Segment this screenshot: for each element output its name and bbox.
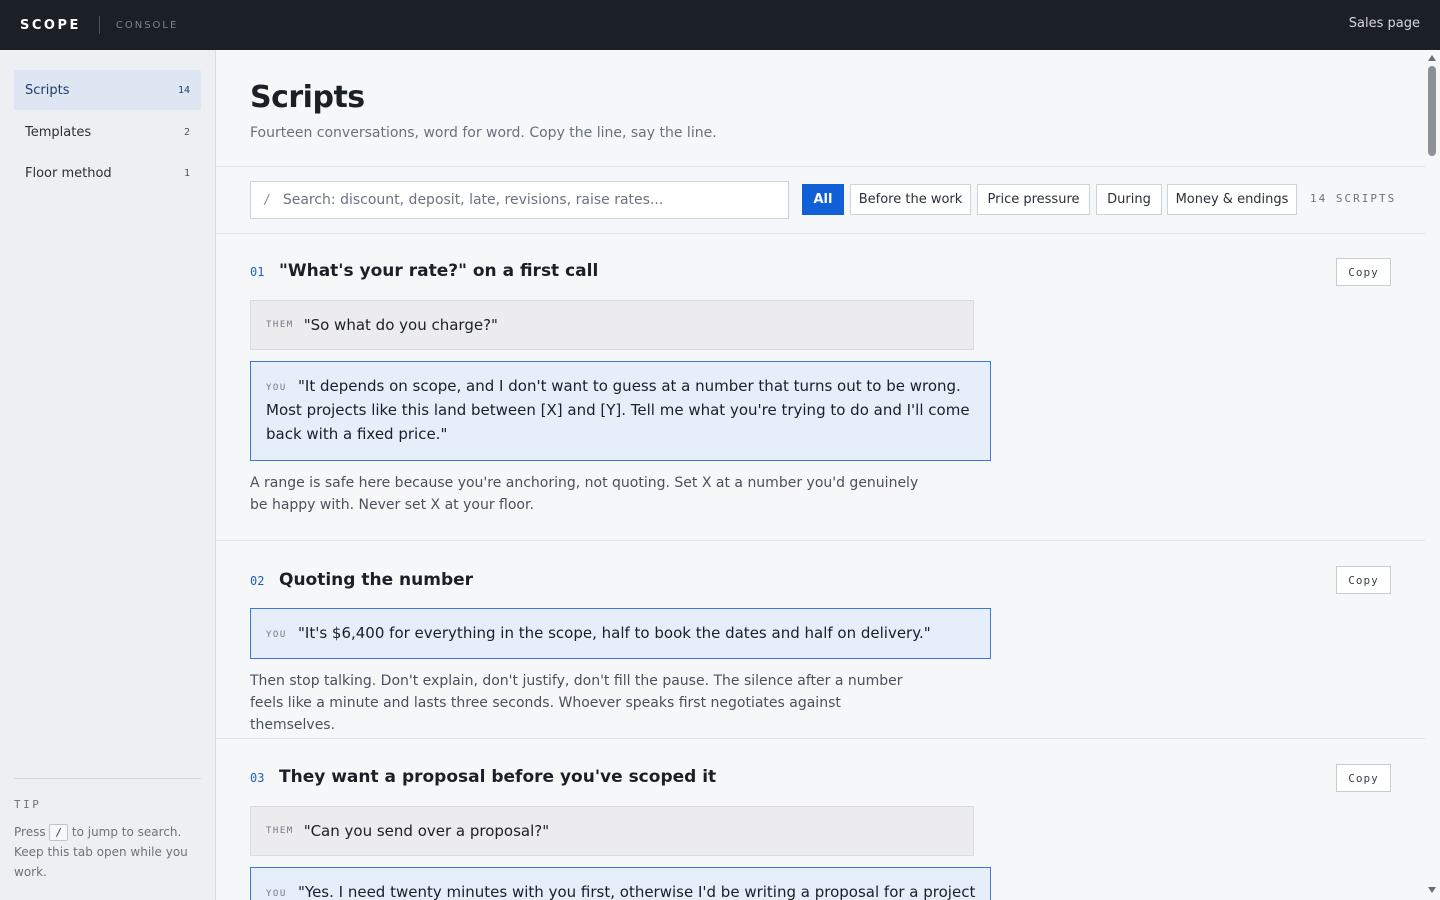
you-text: "It depends on scope, and I don't want t…: [266, 377, 970, 443]
divider: [216, 233, 1425, 234]
script-note: Then stop talking. Don't explain, don't …: [250, 673, 903, 733]
script-title: Quoting the number: [279, 570, 474, 590]
script-count: 14 SCRIPTS: [1310, 192, 1397, 205]
brand-divider: [98, 16, 100, 34]
sidebar-item-count: 14: [177, 84, 190, 96]
you-tag: YOU: [266, 383, 287, 393]
scroll-up-arrow-icon[interactable]: [1428, 55, 1436, 61]
script-note: A range is safe here because you're anch…: [250, 475, 919, 513]
sidebar: Scripts 14 Templates 2 Floor method 1 TI…: [0, 50, 216, 900]
copy-button[interactable]: Copy: [1336, 258, 1391, 286]
sidebar-item-floor-method[interactable]: Floor method 1: [14, 153, 201, 193]
divider: [216, 166, 1425, 167]
filter-money-endings[interactable]: Money & endings: [1167, 184, 1297, 215]
you-tag: YOU: [266, 889, 287, 899]
script-number: 01: [250, 265, 265, 279]
you-line[interactable]: YOU "It depends on scope, and I don't wa…: [250, 361, 991, 461]
sidebar-item-templates[interactable]: Templates 2: [14, 112, 201, 152]
them-line[interactable]: THEM "Can you send over a proposal?": [250, 806, 974, 856]
page-subtitle: Fourteen conversations, word for word. C…: [250, 125, 717, 141]
them-text: "Can you send over a proposal?": [303, 822, 550, 840]
page-title: Scripts: [250, 80, 365, 115]
filter-before-the-work[interactable]: Before the work: [850, 184, 971, 215]
tip-text: Press / to jump to search. Keep this tab…: [14, 822, 204, 882]
copy-button[interactable]: Copy: [1336, 764, 1391, 792]
divider: [216, 738, 1425, 739]
script-title: "What's your rate?" on a first call: [279, 261, 599, 281]
search-input[interactable]: [282, 192, 788, 208]
brand-logo[interactable]: SCOPE: [20, 18, 81, 33]
script-title: They want a proposal before you've scope…: [279, 767, 717, 787]
filter-price-pressure[interactable]: Price pressure: [977, 184, 1090, 215]
divider: [216, 540, 1425, 541]
slash-key: /: [49, 824, 69, 841]
scrollbar[interactable]: [1425, 50, 1440, 900]
scroll-down-arrow-icon[interactable]: [1428, 887, 1436, 893]
sidebar-item-scripts[interactable]: Scripts 14: [14, 70, 201, 110]
sidebar-item-label: Floor method: [25, 165, 112, 181]
sales-page-link[interactable]: Sales page: [1349, 16, 1420, 31]
tip-press: Press: [14, 825, 46, 839]
them-tag: THEM: [266, 320, 294, 330]
them-text: "So what do you charge?": [303, 316, 498, 334]
you-line[interactable]: YOU "It's $6,400 for everything in the s…: [250, 608, 991, 659]
sidebar-item-count: 2: [183, 126, 190, 138]
brand-subtitle: CONSOLE: [115, 19, 179, 31]
you-text: "Yes. I need twenty minutes with you fir…: [298, 883, 976, 900]
slash-icon: /: [263, 192, 271, 208]
sidebar-item-count: 1: [183, 167, 190, 179]
copy-button[interactable]: Copy: [1336, 566, 1391, 594]
filter-during[interactable]: During: [1096, 184, 1162, 215]
tip-divider: [14, 778, 201, 779]
filter-all[interactable]: All: [802, 184, 844, 215]
you-text: "It's $6,400 for everything in the scope…: [298, 624, 931, 642]
you-line[interactable]: YOU "Yes. I need twenty minutes with you…: [250, 867, 991, 900]
them-tag: THEM: [266, 826, 294, 836]
tip-title: TIP: [14, 798, 42, 811]
main-content: Scripts Fourteen conversations, word for…: [216, 50, 1425, 900]
them-line[interactable]: THEM "So what do you charge?": [250, 300, 974, 350]
you-tag: YOU: [266, 630, 287, 640]
top-bar: SCOPE CONSOLE Sales page: [0, 0, 1440, 50]
scrollbar-thumb[interactable]: [1428, 66, 1436, 156]
search-box[interactable]: /: [250, 181, 789, 219]
script-number: 02: [250, 574, 265, 588]
script-number: 03: [250, 771, 265, 785]
sidebar-item-label: Templates: [25, 124, 92, 140]
sidebar-item-label: Scripts: [25, 82, 70, 98]
